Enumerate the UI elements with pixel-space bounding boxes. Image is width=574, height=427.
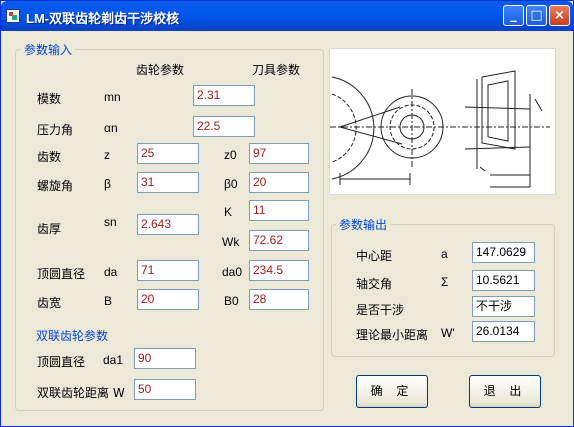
thickness-label: 齿厚 [37, 222, 62, 236]
dual-distance-field[interactable]: 50 [134, 379, 196, 400]
minimize-button[interactable]: _ [503, 5, 524, 26]
pressure-angle-symbol: αn [104, 121, 118, 135]
output-group-title: 参数输出 [336, 216, 391, 233]
interference-label: 是否干涉 [356, 303, 405, 317]
module-field[interactable]: 2.31 [193, 85, 255, 106]
width-field[interactable]: 20 [137, 289, 199, 310]
exit-button[interactable]: 退 出 [469, 375, 541, 408]
module-label: 模数 [37, 92, 62, 106]
center-distance-symbol: a [441, 247, 448, 261]
center-distance-label: 中心距 [356, 249, 393, 263]
module-symbol: mn [104, 90, 121, 104]
tip-diameter-field[interactable]: 71 [137, 260, 199, 281]
wk-field[interactable]: 72.62 [249, 230, 309, 251]
helix-field[interactable]: 31 [137, 172, 199, 193]
tip-diameter-label: 顶圆直径 [37, 267, 86, 281]
axis-angle-output[interactable]: 10.5621 [472, 270, 535, 291]
gear-diagram [329, 48, 556, 195]
tip-diameter-symbol: da [104, 265, 118, 279]
dual-tip-label: 顶圆直径 [37, 355, 86, 369]
close-button[interactable]: × [549, 5, 570, 26]
tool-helix-symbol: β0 [224, 177, 238, 191]
k-field[interactable]: 11 [249, 200, 309, 221]
window-title: LM-双联齿轮剃齿干涉校核 [26, 11, 180, 26]
ok-button[interactable]: 确 定 [356, 375, 428, 408]
wk-symbol: Wk [222, 235, 240, 249]
thickness-symbol: sn [104, 215, 117, 229]
width-label: 齿宽 [37, 296, 62, 310]
min-distance-symbol: W' [441, 326, 455, 340]
center-distance-output[interactable]: 147.0629 [472, 242, 535, 263]
pressure-angle-field[interactable]: 22.5 [193, 116, 255, 137]
tool-tip-diameter-field[interactable]: 234.5 [249, 260, 309, 281]
teeth-label: 齿数 [37, 150, 62, 164]
teeth-symbol: z [104, 148, 110, 162]
gear-diagram-drawing [330, 70, 550, 188]
helix-symbol: β [104, 177, 111, 191]
dual-gear-subtitle: 双联齿轮参数 [36, 329, 109, 343]
tool-params-header: 刀具参数 [252, 63, 301, 77]
teeth-field[interactable]: 25 [137, 143, 199, 164]
dual-distance-label: 双联齿轮距离 W [37, 386, 125, 400]
k-symbol: K [224, 205, 233, 219]
tool-width-field[interactable]: 28 [249, 289, 309, 310]
tool-helix-field[interactable]: 20 [249, 172, 309, 193]
maximize-button[interactable]: □ [526, 5, 547, 26]
width-symbol: B [104, 294, 113, 308]
min-distance-output[interactable]: 26.0134 [472, 321, 535, 342]
thickness-field[interactable]: 2.643 [137, 214, 199, 235]
axis-angle-symbol: Σ [441, 275, 449, 289]
helix-label: 螺旋角 [37, 179, 74, 193]
input-group-title: 参数输入 [21, 41, 76, 58]
tool-teeth-field[interactable]: 97 [249, 143, 309, 164]
tool-tip-diameter-symbol: da0 [222, 265, 243, 279]
dual-tip-field[interactable]: 90 [134, 348, 196, 369]
gear-params-header: 齿轮参数 [136, 63, 185, 77]
interference-output[interactable]: 不干涉 [472, 296, 535, 317]
min-distance-label: 理论最小距离 [356, 328, 429, 342]
pressure-angle-label: 压力角 [37, 123, 74, 137]
app-icon [6, 9, 20, 23]
dual-tip-symbol: da1 [103, 353, 124, 367]
axis-angle-label: 轴交角 [356, 277, 393, 291]
title-bar: LM-双联齿轮剃齿干涉校核 _ □ × [1, 1, 573, 31]
tool-width-symbol: B0 [224, 294, 239, 308]
tool-teeth-symbol: z0 [224, 148, 237, 162]
